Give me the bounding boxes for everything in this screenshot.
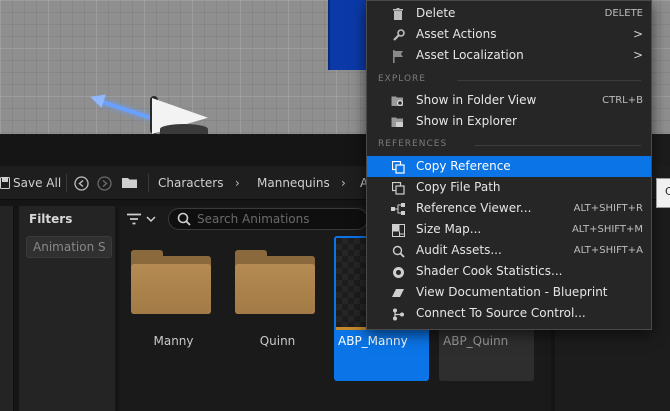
shortcut-label: ALT+SHIFT+M bbox=[571, 224, 643, 235]
copy-icon bbox=[391, 160, 405, 174]
shortcut-label: DELETE bbox=[604, 8, 643, 19]
asset-label: ABP_Manny bbox=[338, 334, 408, 348]
filter-dropdown-button[interactable] bbox=[126, 209, 160, 229]
menu-item-label: View Documentation - Blueprint bbox=[416, 285, 608, 299]
shader-stats-icon bbox=[391, 265, 405, 279]
asset-label: Quinn bbox=[259, 334, 296, 348]
menu-item-label: Show in Explorer bbox=[416, 114, 517, 128]
gizmo-arrow-head bbox=[88, 90, 106, 108]
menu-item-copy-reference[interactable]: Copy Reference bbox=[367, 156, 651, 177]
toolbar-divider bbox=[66, 174, 67, 192]
back-arrow-icon bbox=[74, 175, 89, 191]
trash-icon bbox=[391, 7, 405, 21]
breadcrumb-chevron-icon: › bbox=[341, 176, 346, 190]
menu-item-size-map[interactable]: Size Map... ALT+SHIFT+M bbox=[367, 219, 651, 240]
chevron-down-icon bbox=[146, 216, 156, 223]
menu-item-label: Reference Viewer... bbox=[416, 201, 532, 215]
folder-icon bbox=[122, 178, 137, 188]
submenu-arrow-icon: > bbox=[632, 48, 643, 62]
filters-title: Filters bbox=[29, 212, 73, 226]
shortcut-label: ALT+SHIFT+A bbox=[573, 245, 643, 256]
wrench-icon bbox=[391, 28, 405, 42]
menu-item-asset-actions[interactable]: Asset Actions > bbox=[367, 24, 651, 45]
folder-path-button[interactable] bbox=[121, 166, 139, 200]
menu-item-label: Asset Actions bbox=[416, 27, 497, 41]
section-header-explore: EXPLORE bbox=[378, 74, 426, 84]
submenu-arrow-icon: > bbox=[632, 27, 643, 41]
search-placeholder: Search Animations bbox=[197, 212, 310, 226]
menu-item-shader-cook-statistics[interactable]: Shader Cook Statistics... bbox=[367, 261, 651, 282]
menu-item-label: Size Map... bbox=[416, 222, 482, 236]
breadcrumb-label: Characters bbox=[158, 176, 224, 190]
flag-icon bbox=[391, 49, 405, 63]
folder-icon bbox=[131, 264, 211, 314]
menu-item-reference-viewer[interactable]: Reference Viewer... ALT+SHIFT+R bbox=[367, 198, 651, 219]
breadcrumb-chevron-icon: › bbox=[235, 176, 240, 190]
menu-item-label: Audit Assets... bbox=[416, 243, 502, 257]
asset-tile-folder[interactable]: Quinn bbox=[230, 236, 325, 381]
breadcrumb-item[interactable]: Mannequins bbox=[257, 166, 330, 200]
save-all-button[interactable]: Save All bbox=[0, 166, 61, 200]
player-start-base bbox=[160, 124, 208, 134]
audit-icon bbox=[391, 244, 405, 258]
forward-arrow-icon bbox=[97, 175, 112, 191]
menu-item-show-in-explorer[interactable]: Show in Explorer bbox=[367, 111, 651, 132]
shortcut-label: CTRL+B bbox=[602, 95, 643, 106]
search-input[interactable]: Search Animations bbox=[168, 208, 368, 230]
filter-chip-animation[interactable]: Animation S bbox=[26, 236, 112, 258]
save-all-label: Save All bbox=[13, 176, 62, 190]
save-icon bbox=[0, 177, 10, 189]
menu-item-label: Delete bbox=[416, 6, 456, 20]
asset-label: ABP_Quinn bbox=[443, 334, 509, 348]
source-control-icon bbox=[391, 307, 405, 321]
history-back-button[interactable] bbox=[74, 166, 89, 200]
size-map-icon bbox=[391, 223, 405, 237]
menu-item-label: Copy File Path bbox=[416, 180, 501, 194]
section-divider bbox=[457, 80, 641, 81]
asset-label: Manny bbox=[153, 334, 194, 348]
tooltip: C bbox=[656, 178, 670, 208]
search-icon bbox=[177, 212, 191, 226]
toolbar-divider bbox=[148, 174, 149, 192]
filter-icon bbox=[127, 213, 141, 225]
asset-tile-folder[interactable]: Manny bbox=[126, 236, 221, 381]
menu-item-asset-localization[interactable]: Asset Localization > bbox=[367, 45, 651, 66]
menu-item-label: Show in Folder View bbox=[416, 93, 537, 107]
copy-path-icon bbox=[391, 181, 405, 195]
menu-item-show-in-folder-view[interactable]: Show in Folder View CTRL+B bbox=[367, 90, 651, 111]
documentation-icon bbox=[391, 286, 405, 300]
menu-item-label: Asset Localization bbox=[416, 48, 524, 62]
menu-item-view-documentation[interactable]: View Documentation - Blueprint bbox=[367, 282, 651, 303]
shortcut-label: ALT+SHIFT+R bbox=[573, 203, 643, 214]
menu-item-label: Copy Reference bbox=[416, 159, 511, 173]
section-header-references: REFERENCES bbox=[378, 139, 448, 149]
sources-panel-collapsed[interactable] bbox=[0, 206, 14, 411]
unreal-editor-window: Save All Characters › Mannequins › A Fil… bbox=[0, 0, 670, 411]
folder-icon bbox=[235, 264, 315, 314]
breadcrumb-label: Mannequins bbox=[257, 176, 330, 190]
filters-panel: Filters Animation S bbox=[19, 206, 115, 411]
menu-item-label: Connect To Source Control... bbox=[416, 306, 586, 320]
section-divider bbox=[475, 145, 641, 146]
menu-item-audit-assets[interactable]: Audit Assets... ALT+SHIFT+A bbox=[367, 240, 651, 261]
breadcrumb-item[interactable]: Characters bbox=[158, 166, 224, 200]
reference-viewer-icon bbox=[391, 202, 405, 216]
context-menu: Delete DELETE Asset Actions > Asset Loca… bbox=[366, 0, 652, 330]
folder-search-icon bbox=[391, 94, 405, 108]
menu-item-copy-file-path[interactable]: Copy File Path bbox=[367, 177, 651, 198]
menu-item-delete[interactable]: Delete DELETE bbox=[367, 3, 651, 24]
menu-item-label: Shader Cook Statistics... bbox=[416, 264, 563, 278]
history-forward-button[interactable] bbox=[97, 166, 112, 200]
menu-item-connect-to-source-control[interactable]: Connect To Source Control... bbox=[367, 303, 651, 324]
folder-icon bbox=[391, 115, 405, 129]
